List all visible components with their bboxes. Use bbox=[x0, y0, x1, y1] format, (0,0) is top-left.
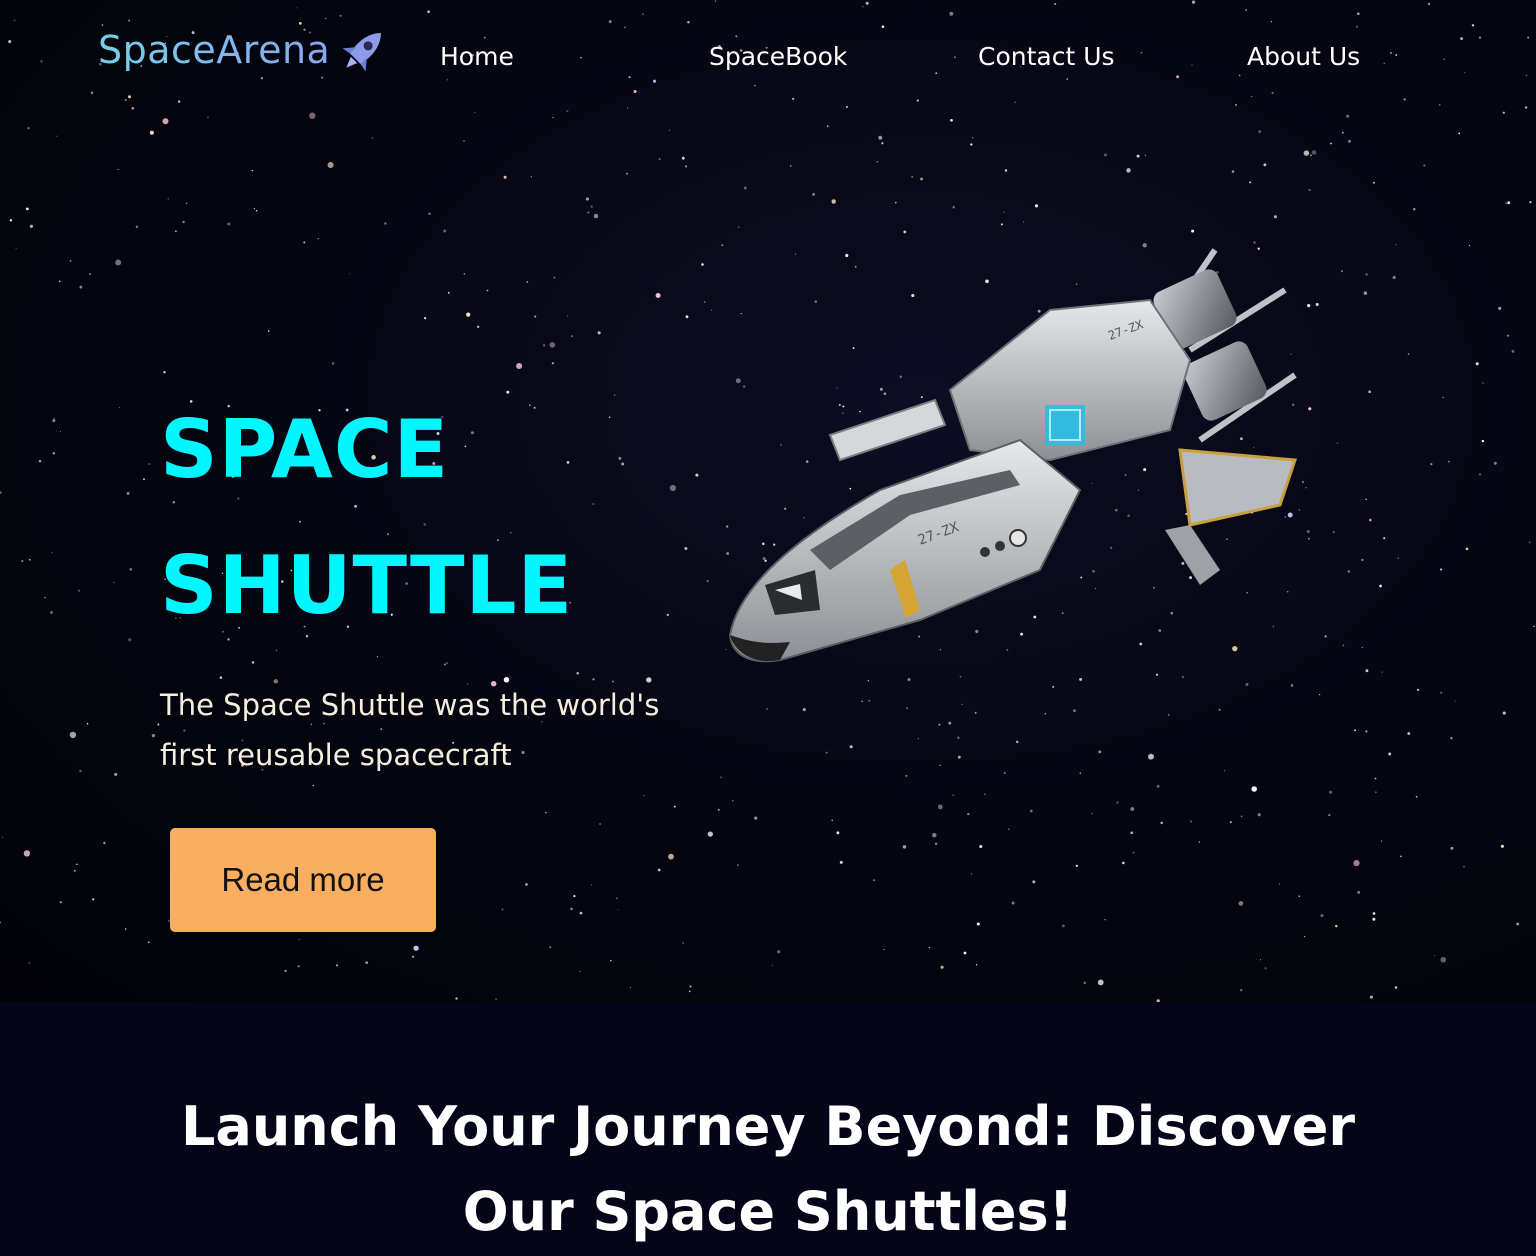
hero-section: SpaceArena Home SpaceBook Contact Us Abo… bbox=[0, 0, 1536, 1002]
brand-logo[interactable]: SpaceArena bbox=[98, 20, 392, 80]
nav-spacebook[interactable]: SpaceBook bbox=[709, 42, 847, 71]
read-more-button[interactable]: Read more bbox=[170, 828, 436, 932]
hero-title-line2: SHUTTLE bbox=[160, 539, 574, 632]
hero-title: SPACE SHUTTLE bbox=[160, 382, 680, 654]
page: SpaceArena Home SpaceBook Contact Us Abo… bbox=[0, 0, 1536, 1256]
section-title: Launch Your Journey Beyond: Discover Our… bbox=[180, 1095, 1356, 1243]
nav-about-us[interactable]: About Us bbox=[1247, 42, 1360, 71]
rocket-icon bbox=[342, 33, 382, 72]
intro-section: Launch Your Journey Beyond: Discover Our… bbox=[0, 1002, 1536, 1256]
nav-contact-us[interactable]: Contact Us bbox=[978, 42, 1115, 71]
hero-description: The Space Shuttle was the world's first … bbox=[160, 688, 660, 772]
brand-name: SpaceArena bbox=[98, 28, 331, 72]
spaceship-illustration: 27-ZX 27-ZX bbox=[728, 248, 1298, 663]
nav-home[interactable]: Home bbox=[440, 42, 514, 71]
hero-title-line1: SPACE bbox=[160, 403, 450, 496]
